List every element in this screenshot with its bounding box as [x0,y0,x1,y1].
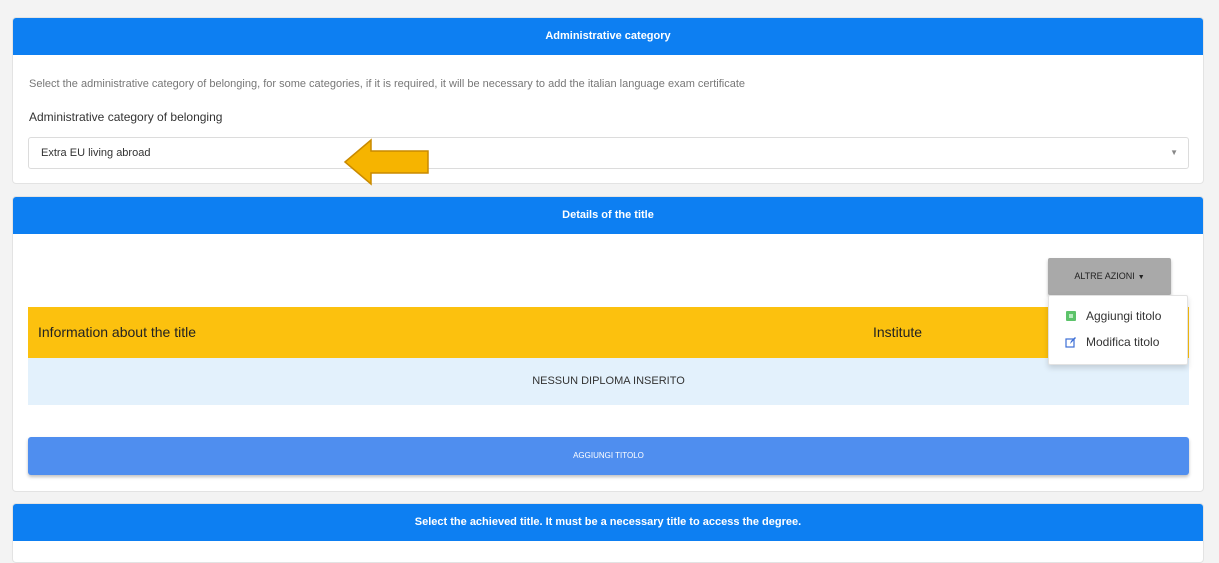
add-icon [1066,311,1076,321]
add-title-button[interactable]: AGGIUNGI TITOLO [28,437,1189,475]
chevron-down-icon: ▼ [1170,148,1178,157]
menu-item-add-title[interactable]: Aggiungi titolo [1049,305,1187,327]
empty-table-message: NESSUN DIPLOMA INSERITO [28,358,1189,405]
menu-item-add-title-label: Aggiungi titolo [1086,309,1162,323]
administrative-category-selected-value: Extra EU living abroad [41,147,151,159]
select-title-header: Select the achieved title. It must be a … [13,504,1203,541]
administrative-category-header: Administrative category [13,18,1203,55]
more-actions-dropdown: Aggiungi titolo Modifica titolo [1048,295,1188,365]
caret-down-icon: ▼ [1137,274,1145,281]
administrative-category-label: Administrative category of belonging [29,110,223,124]
menu-item-edit-title[interactable]: Modifica titolo [1049,331,1187,353]
title-details-card: Details of the title ALTRE AZIONI ▼ Infor… [12,196,1204,492]
column-header-institute: Institute [873,324,923,340]
column-header-information: Information about the title [38,324,196,340]
more-actions-button[interactable]: ALTRE AZIONI ▼ [1048,258,1171,295]
select-title-card: Select the achieved title. It must be a … [12,503,1204,563]
administrative-category-description: Select the administrative category of be… [29,78,745,90]
administrative-category-select[interactable]: Extra EU living abroad ▼ [28,137,1189,169]
administrative-category-card: Administrative category Select the admin… [12,17,1204,186]
titles-table-header: Information about the title Institute [28,307,1189,358]
annotation-arrow-icon [343,138,429,186]
menu-item-edit-title-label: Modifica titolo [1086,335,1160,349]
edit-icon [1065,337,1076,348]
title-details-header: Details of the title [13,197,1203,234]
more-actions-label: ALTRE AZIONI [1074,271,1135,281]
